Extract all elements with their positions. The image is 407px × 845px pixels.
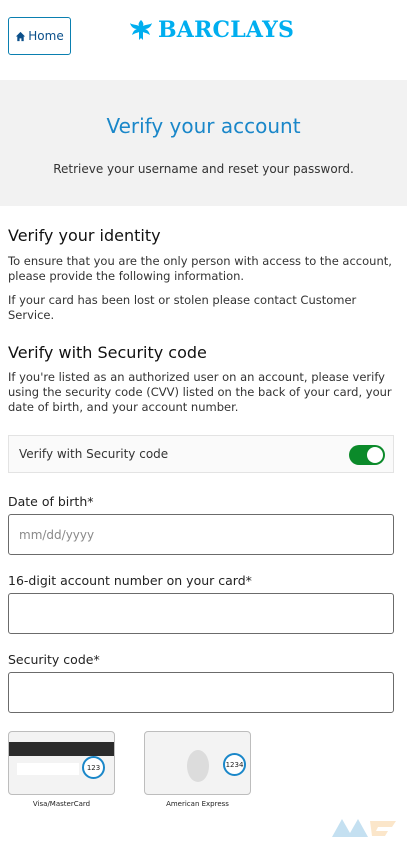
visa-mastercard-card-image: 123 [8, 731, 115, 795]
cvv-location-marker: 123 [82, 756, 105, 779]
visa-mastercard-caption: Visa/MasterCard [32, 800, 91, 808]
toggle-label: Verify with Security code [19, 447, 169, 461]
magnetic-stripe [9, 742, 114, 756]
home-icon [16, 31, 26, 41]
cvv-location-marker: 1234 [223, 753, 246, 776]
page-title: Verify your account [106, 114, 301, 138]
amex-centurion-oval [187, 750, 209, 782]
dob-input[interactable] [8, 514, 394, 555]
eagle-icon [130, 20, 152, 40]
home-button[interactable]: Home [8, 17, 71, 55]
security-code-input[interactable] [8, 672, 394, 713]
identity-heading: Verify your identity [8, 226, 161, 245]
lost-card-notice: If your card has been lost or stolen ple… [8, 293, 357, 322]
barclays-logo: BARCLAYS [128, 15, 294, 45]
logo-text: BARCLAYS [158, 17, 295, 43]
page-subtitle: Retrieve your username and reset your pa… [53, 162, 354, 176]
home-button-label: Home [28, 29, 64, 43]
amex-caption: American Express [166, 800, 229, 808]
security-heading: Verify with Security code [8, 343, 207, 362]
page-banner: Verify your account Retrieve your userna… [0, 80, 407, 206]
security-code-toggle-row: Verify with Security code [8, 435, 394, 473]
signature-strip [17, 763, 79, 775]
amex-card-image: 1234 [144, 731, 251, 795]
account-number-label: 16-digit account number on your card* [8, 573, 252, 588]
security-code-label: Security code* [8, 652, 100, 667]
security-code-toggle[interactable] [349, 445, 385, 465]
header: Home BARCLAYS [0, 0, 407, 70]
security-instructions: If you're listed as an authorized user o… [8, 370, 392, 414]
toggle-knob [367, 447, 383, 463]
dob-label: Date of birth* [8, 494, 94, 509]
identity-instructions: To ensure that you are the only person w… [8, 254, 392, 283]
account-number-input[interactable] [8, 593, 394, 634]
watermark-logo [332, 819, 396, 837]
